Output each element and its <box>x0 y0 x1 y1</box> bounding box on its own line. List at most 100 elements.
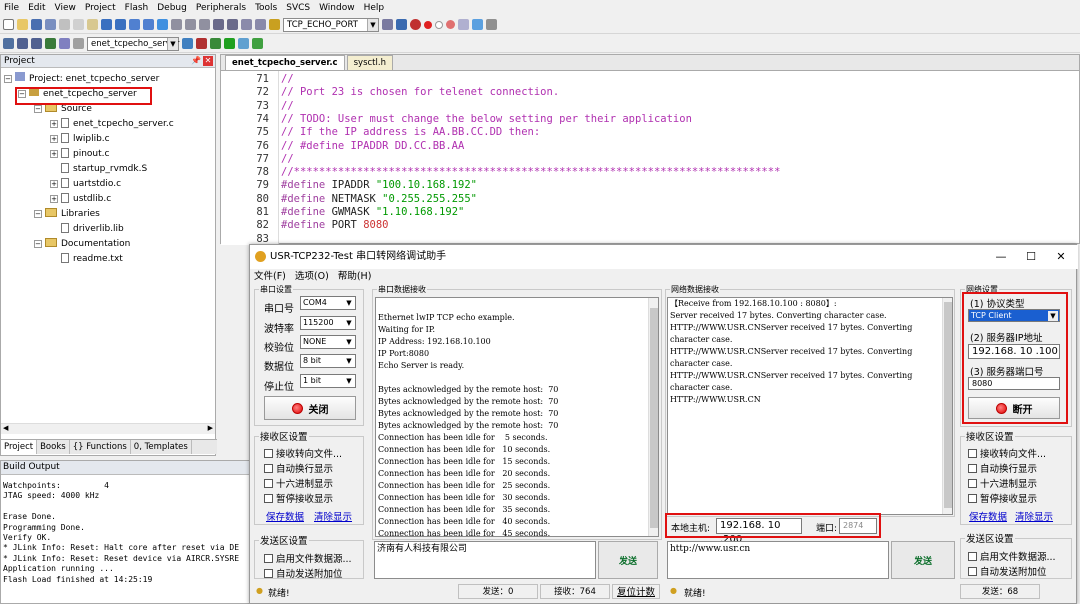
find-icon[interactable] <box>382 19 393 30</box>
collapse-icon[interactable]: − <box>34 240 42 248</box>
net-rx-to-file-checkbox[interactable]: 接收转向文件... <box>968 446 1046 460</box>
pack-installer-icon[interactable] <box>238 38 249 49</box>
tab-sysctl-h[interactable]: sysctl.h <box>346 55 393 70</box>
collapse-icon[interactable]: − <box>34 105 42 113</box>
save-icon[interactable] <box>31 19 42 30</box>
tree-group-documentation[interactable]: − Documentation <box>34 237 130 251</box>
net-send-textarea[interactable]: http://www.usr.cn <box>667 541 889 579</box>
menu-item[interactable]: Debug <box>157 3 187 13</box>
menu-item[interactable]: File <box>4 3 19 13</box>
serial-send-button[interactable]: 发送 <box>598 541 658 579</box>
serial-recv-textarea[interactable]: Ethernet lwIP TCP echo example. Waiting f… <box>375 297 659 537</box>
paste-icon[interactable] <box>87 19 98 30</box>
menu-item[interactable]: Edit <box>28 3 45 13</box>
rx-pause-checkbox[interactable]: 暂停接收显示 <box>264 491 333 505</box>
collapse-icon[interactable]: − <box>4 75 12 83</box>
tree-file[interactable]: + uartstdio.c <box>50 177 121 191</box>
breakpoint-icon[interactable] <box>424 20 432 29</box>
pin-icon[interactable]: 📌 <box>191 55 201 67</box>
net-rx-wrap-checkbox[interactable]: 自动换行显示 <box>968 461 1037 475</box>
bookmark-clear-icon[interactable] <box>199 19 210 30</box>
tree-file[interactable]: startup_rvmdk.S <box>61 162 147 176</box>
expand-icon[interactable]: + <box>50 135 58 143</box>
debug-session-icon[interactable] <box>410 19 421 30</box>
save-data-link[interactable]: 保存数据 <box>266 509 304 523</box>
close-icon[interactable]: ✕ <box>1046 245 1076 269</box>
tree-file[interactable]: + pinout.c <box>50 147 109 161</box>
breakpoint-disable-icon[interactable] <box>435 20 443 29</box>
vertical-scrollbar[interactable] <box>942 298 952 514</box>
expand-icon[interactable]: + <box>50 195 58 203</box>
window-layout-icon[interactable] <box>472 19 483 30</box>
menu-item[interactable]: Peripherals <box>196 3 246 13</box>
translate-icon[interactable] <box>3 38 14 49</box>
undo-icon[interactable] <box>101 19 112 30</box>
rx-to-file-checkbox[interactable]: 接收转向文件... <box>264 446 342 460</box>
comment-icon[interactable] <box>241 19 252 30</box>
clear-display-link[interactable]: 清除显示 <box>314 509 352 523</box>
menu-item[interactable]: Tools <box>255 3 277 13</box>
rebuild-icon[interactable] <box>31 38 42 49</box>
vertical-scrollbar[interactable] <box>648 298 658 536</box>
configure-icon[interactable] <box>458 19 469 30</box>
tab-books[interactable]: Books <box>37 440 70 454</box>
data-bits-select[interactable]: 8 bit ▼ <box>300 354 356 368</box>
close-icon[interactable]: ✕ <box>203 56 213 66</box>
manage-components-icon[interactable] <box>196 38 207 49</box>
net-send-button[interactable]: 发送 <box>891 541 955 579</box>
open-folder-icon[interactable] <box>17 19 28 30</box>
expand-icon[interactable]: + <box>50 180 58 188</box>
incremental-find-icon[interactable] <box>396 19 407 30</box>
cut-icon[interactable] <box>59 19 70 30</box>
baud-select[interactable]: 115200 ▼ <box>300 316 356 330</box>
net-rx-pause-checkbox[interactable]: 暂停接收显示 <box>968 491 1037 505</box>
menu-help[interactable]: 帮助(H) <box>338 271 372 282</box>
tree-file[interactable]: readme.txt <box>61 252 123 266</box>
outdent-icon[interactable] <box>227 19 238 30</box>
tree-file[interactable]: driverlib.lib <box>61 222 124 236</box>
menu-item[interactable]: SVCS <box>286 3 310 13</box>
net-tx-append-checkbox[interactable]: 自动发送附加位 <box>968 564 1047 578</box>
menu-item[interactable]: Help <box>364 3 385 13</box>
collapse-icon[interactable]: − <box>34 210 42 218</box>
build-icon[interactable] <box>17 38 28 49</box>
horizontal-scrollbar[interactable]: ◀ ▶ <box>1 423 215 434</box>
bookmark-prev-icon[interactable] <box>171 19 182 30</box>
target-options-icon[interactable] <box>182 38 193 49</box>
expand-icon[interactable]: + <box>50 120 58 128</box>
tree-project-root[interactable]: − Project: enet_tcpecho_server <box>4 72 159 86</box>
tab-functions[interactable]: {} Functions <box>70 440 131 454</box>
menu-item[interactable]: Flash <box>125 3 149 13</box>
net-rx-hex-checkbox[interactable]: 十六进制显示 <box>968 476 1037 490</box>
download-icon[interactable] <box>45 38 56 49</box>
menu-item[interactable]: View <box>55 3 76 13</box>
tab-project[interactable]: Project <box>1 440 38 454</box>
tree-file[interactable]: + ustdlib.c <box>50 192 111 206</box>
project-target-combo[interactable]: enet_tcpecho_server ▼ <box>87 36 179 51</box>
rx-wrap-checkbox[interactable]: 自动换行显示 <box>264 461 333 475</box>
tree-group-libraries[interactable]: − Libraries <box>34 207 100 221</box>
software-packs-icon[interactable] <box>252 38 263 49</box>
breakpoint-kill-icon[interactable] <box>446 20 455 29</box>
find-in-files-icon[interactable] <box>269 19 280 30</box>
parity-select[interactable]: NONE ▼ <box>300 335 356 349</box>
serial-send-textarea[interactable]: 济南有人科技有限公司 <box>374 541 596 579</box>
maximize-icon[interactable]: ☐ <box>1016 245 1046 269</box>
net-recv-textarea[interactable]: 【Receive from 192.168.10.100 : 8080】: Ser… <box>667 297 953 515</box>
bookmark-next-icon[interactable] <box>185 19 196 30</box>
run-environment-icon[interactable] <box>224 38 235 49</box>
tree-file[interactable]: + lwiplib.c <box>50 132 110 146</box>
close-serial-button[interactable]: 关闭 <box>264 396 356 420</box>
tab-enet-tcpecho-server-c[interactable]: enet_tcpecho_server.c <box>225 55 345 70</box>
net-save-data-link[interactable]: 保存数据 <box>969 509 1007 523</box>
expand-icon[interactable]: + <box>50 150 58 158</box>
bookmark-icon[interactable] <box>157 19 168 30</box>
batch-build-icon[interactable] <box>59 38 70 49</box>
redo-icon[interactable] <box>115 19 126 30</box>
menu-item[interactable]: Window <box>319 3 355 13</box>
wrench-icon[interactable] <box>486 19 497 30</box>
rx-hex-checkbox[interactable]: 十六进制显示 <box>264 476 333 490</box>
menu-options[interactable]: 选项(O) <box>295 271 329 282</box>
menu-file[interactable]: 文件(F) <box>254 271 286 282</box>
tx-file-source-checkbox[interactable]: 启用文件数据源... <box>264 551 352 565</box>
